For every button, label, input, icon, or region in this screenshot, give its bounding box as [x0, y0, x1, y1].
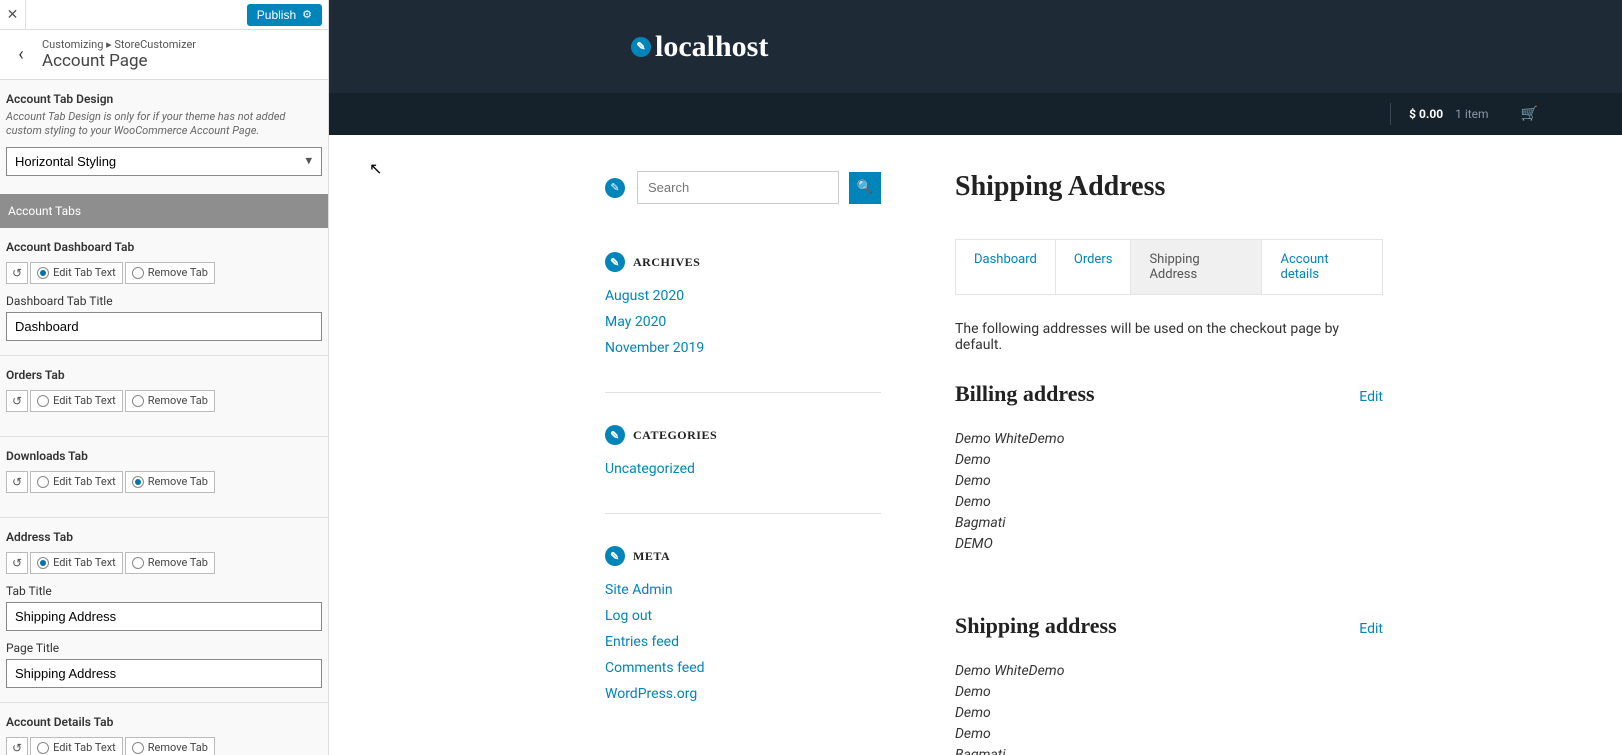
tab-dashboard[interactable]: Dashboard [956, 240, 1056, 294]
address-heading: Address Tab [6, 530, 322, 544]
downloads-edit-radio[interactable]: Edit Tab Text [30, 471, 123, 493]
list-item[interactable]: Log out [605, 608, 881, 624]
publish-button[interactable]: Publish ⚙ [247, 4, 322, 26]
search-input[interactable] [637, 171, 839, 204]
list-item[interactable]: August 2020 [605, 288, 881, 304]
preview-main: Shipping Address Dashboard Orders Shippi… [955, 171, 1383, 755]
meta-title: META [633, 549, 670, 564]
orders-edit-radio[interactable]: Edit Tab Text [30, 390, 123, 412]
preview-pane: ↖ ✎ localhost $ 0.00 1 item 🛒 ✎ 🔍 [329, 0, 1622, 755]
list-item[interactable]: May 2020 [605, 314, 881, 330]
archives-widget: ✎ ARCHIVES August 2020 May 2020 November … [605, 252, 881, 393]
tab-shipping-address[interactable]: Shipping Address [1131, 240, 1262, 294]
meta-widget: ✎ META Site Admin Log out Entries feed Co… [605, 546, 881, 738]
reset-icon: ↺ [12, 475, 22, 489]
billing-address: Demo WhiteDemo Demo Demo Demo Bagmati DE… [955, 429, 1383, 555]
address-tab-block: Address Tab ↺ Edit Tab Text Remove Tab T… [0, 518, 328, 703]
address-tab-title-label: Tab Title [6, 584, 322, 598]
edit-icon[interactable]: ✎ [605, 252, 625, 272]
details-remove-radio[interactable]: Remove Tab [125, 737, 215, 755]
billing-edit-link[interactable]: Edit [1359, 389, 1383, 405]
back-icon[interactable]: ‹ [0, 44, 42, 65]
account-tabs-header: Account Tabs [0, 194, 328, 228]
dashboard-edit-radio[interactable]: Edit Tab Text [30, 262, 123, 284]
design-select[interactable]: Horizontal Styling [6, 147, 322, 176]
cart-bar: $ 0.00 1 item 🛒 [329, 93, 1622, 135]
categories-title: CATEGORIES [633, 428, 717, 443]
list-item[interactable]: WordPress.org [605, 686, 881, 702]
design-heading: Account Tab Design [6, 92, 322, 106]
details-edit-radio[interactable]: Edit Tab Text [30, 737, 123, 755]
archives-title: ARCHIVES [633, 255, 700, 270]
orders-remove-radio[interactable]: Remove Tab [125, 390, 215, 412]
tab-account-details[interactable]: Account details [1262, 240, 1382, 294]
address-edit-radio[interactable]: Edit Tab Text [30, 552, 123, 574]
orders-heading: Orders Tab [6, 368, 322, 382]
gear-icon: ⚙ [302, 8, 312, 21]
orders-reset[interactable]: ↺ [6, 390, 28, 412]
dashboard-title-label: Dashboard Tab Title [6, 294, 322, 308]
edit-icon[interactable]: ✎ [631, 37, 651, 57]
edit-icon[interactable]: ✎ [605, 425, 625, 445]
downloads-remove-radio[interactable]: Remove Tab [125, 471, 215, 493]
publish-label: Publish [257, 8, 296, 22]
cart-icon[interactable]: 🛒 [1521, 106, 1538, 122]
tab-orders[interactable]: Orders [1056, 240, 1132, 294]
site-header: ✎ localhost [329, 0, 1622, 93]
downloads-heading: Downloads Tab [6, 449, 322, 463]
list-item[interactable]: Site Admin [605, 582, 881, 598]
shipping-edit-link[interactable]: Edit [1359, 621, 1383, 637]
dashboard-reset[interactable]: ↺ [6, 262, 28, 284]
downloads-tab-block: Downloads Tab ↺ Edit Tab Text Remove Tab [0, 437, 328, 518]
preview-sidebar: ✎ 🔍 ✎ ARCHIVES August 2020 May 2020 Novem… [605, 171, 881, 755]
reset-icon: ↺ [12, 556, 22, 570]
details-reset[interactable]: ↺ [6, 737, 28, 755]
downloads-reset[interactable]: ↺ [6, 471, 28, 493]
list-item[interactable]: Uncategorized [605, 461, 881, 477]
sidebar-topbar: ✕ Publish ⚙ [0, 0, 328, 30]
details-heading: Account Details Tab [6, 715, 322, 729]
intro-text: The following addresses will be used on … [955, 321, 1383, 353]
address-remove-radio[interactable]: Remove Tab [125, 552, 215, 574]
dashboard-title-input[interactable] [6, 312, 322, 341]
reset-icon: ↺ [12, 394, 22, 408]
account-tabs: Dashboard Orders Shipping Address Accoun… [955, 239, 1383, 295]
reset-icon: ↺ [12, 266, 22, 280]
edit-icon[interactable]: ✎ [605, 178, 625, 198]
details-tab-block: Account Details Tab ↺ Edit Tab Text Remo… [0, 703, 328, 755]
close-icon[interactable]: ✕ [0, 0, 26, 30]
address-tab-title-input[interactable] [6, 602, 322, 631]
dashboard-remove-radio[interactable]: Remove Tab [125, 262, 215, 284]
list-item[interactable]: Comments feed [605, 660, 881, 676]
page-title: Shipping Address [955, 171, 1383, 203]
address-reset[interactable]: ↺ [6, 552, 28, 574]
breadcrumb-title: Account Page [42, 51, 328, 71]
cart-items: 1 item [1455, 107, 1488, 121]
design-section: Account Tab Design Account Tab Design is… [0, 80, 328, 176]
list-item[interactable]: November 2019 [605, 340, 881, 356]
edit-icon[interactable]: ✎ [605, 546, 625, 566]
breadcrumb: ‹ Customizing ▸ StoreCustomizer Account … [0, 30, 328, 80]
shipping-address: Demo WhiteDemo Demo Demo Demo Bagmati [955, 661, 1383, 755]
dashboard-tab-block: Account Dashboard Tab ↺ Edit Tab Text Re… [0, 228, 328, 356]
address-page-title-input[interactable] [6, 659, 322, 688]
cart-amount: $ 0.00 [1409, 107, 1443, 121]
breadcrumb-path: Customizing ▸ StoreCustomizer [42, 38, 328, 51]
list-item[interactable]: Entries feed [605, 634, 881, 650]
customizer-sidebar: ✕ Publish ⚙ ‹ Customizing ▸ StoreCustomi… [0, 0, 329, 755]
address-page-title-label: Page Title [6, 641, 322, 655]
billing-title: Billing address [955, 381, 1095, 407]
search-icon: 🔍 [857, 180, 873, 195]
site-title: ✎ localhost [631, 30, 768, 64]
shipping-title: Shipping address [955, 613, 1117, 639]
orders-tab-block: Orders Tab ↺ Edit Tab Text Remove Tab [0, 356, 328, 437]
design-help: Account Tab Design is only for if your t… [6, 110, 322, 139]
dashboard-heading: Account Dashboard Tab [6, 240, 322, 254]
categories-widget: ✎ CATEGORIES Uncategorized [605, 425, 881, 514]
search-button[interactable]: 🔍 [849, 172, 881, 204]
reset-icon: ↺ [12, 741, 22, 755]
